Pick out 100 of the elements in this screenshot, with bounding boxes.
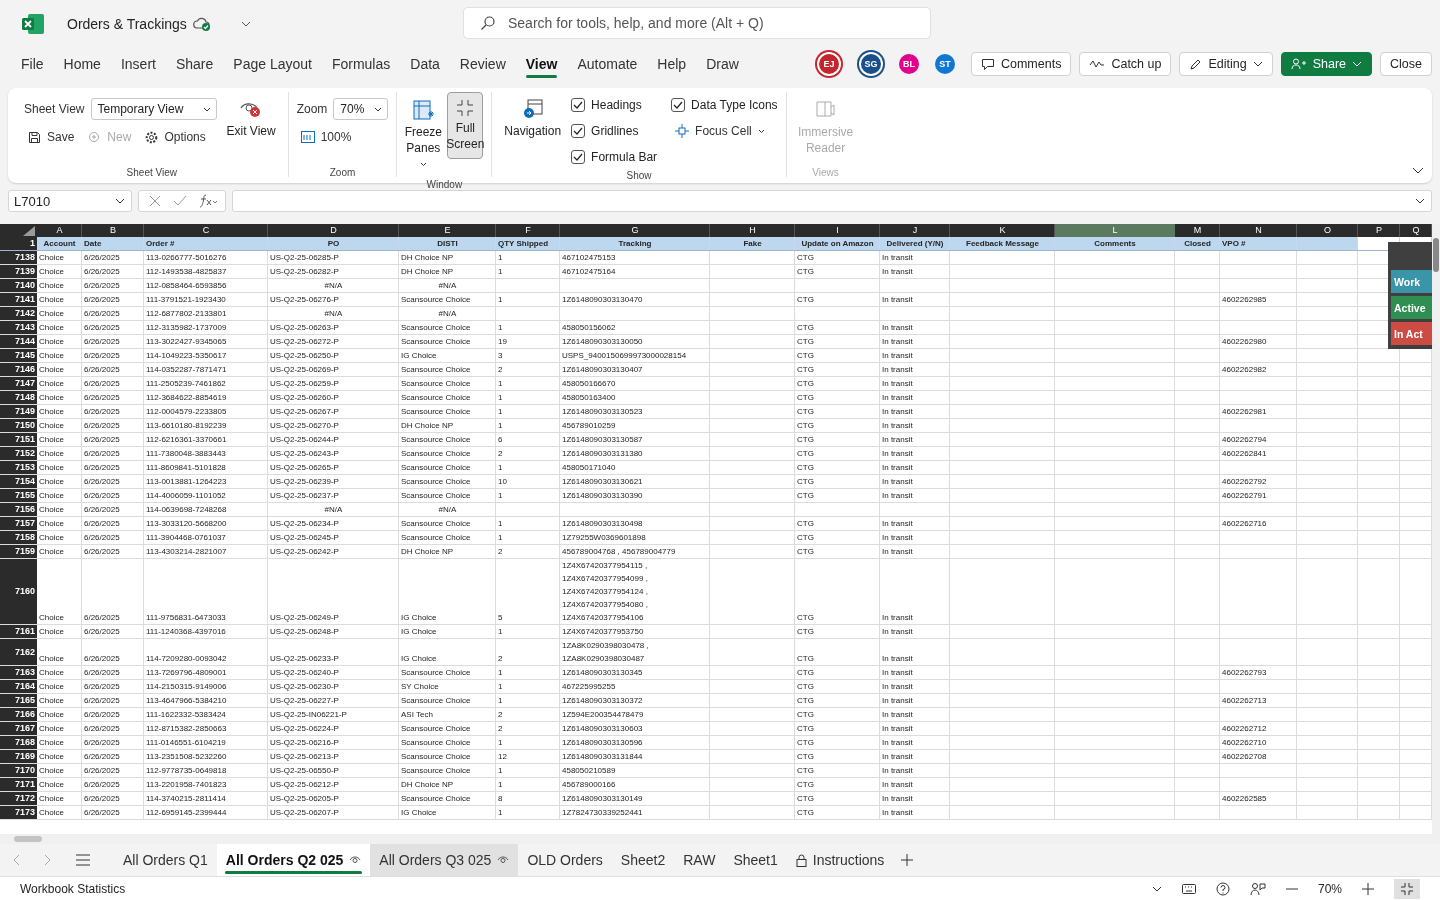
- row-number[interactable]: 7172: [0, 792, 37, 805]
- sheet-view-dropdown[interactable]: Temporary View: [90, 98, 217, 120]
- menu-tab[interactable]: Automate: [567, 50, 648, 78]
- collapse-ribbon-icon[interactable]: [1412, 167, 1424, 175]
- row-number[interactable]: 7166: [0, 708, 37, 721]
- sheet-tab[interactable]: Sheet2: [611, 844, 675, 876]
- formula-input[interactable]: [232, 190, 1432, 212]
- help-icon[interactable]: [1215, 881, 1230, 896]
- row-number[interactable]: 7160: [0, 559, 37, 624]
- chevron-down-icon[interactable]: [1151, 885, 1162, 892]
- column-letter[interactable]: G: [560, 224, 710, 237]
- row-number[interactable]: 7142: [0, 307, 37, 320]
- avatar[interactable]: BL: [898, 54, 919, 74]
- checkbox[interactable]: [571, 98, 586, 112]
- column-letter[interactable]: I: [795, 224, 880, 237]
- zoom-level[interactable]: 70%: [1317, 881, 1342, 896]
- chevron-down-icon[interactable]: [240, 21, 251, 27]
- sheet-tab[interactable]: OLD Orders: [518, 844, 612, 876]
- add-sheet-icon[interactable]: [901, 854, 914, 866]
- navigation-button[interactable]: Navigation: [500, 92, 566, 146]
- sheet-tab[interactable]: Instructions: [786, 844, 894, 876]
- menu-tab[interactable]: Help: [647, 50, 697, 78]
- avatar[interactable]: SG: [860, 54, 881, 74]
- row-number[interactable]: 7153: [0, 461, 37, 474]
- filter-button[interactable]: In Act: [1391, 322, 1432, 345]
- column-letter[interactable]: P: [1358, 224, 1400, 237]
- zoom-out-icon[interactable]: [1285, 887, 1298, 890]
- menu-tab[interactable]: View: [515, 50, 568, 78]
- avatar[interactable]: EJ: [818, 54, 839, 74]
- scroll-thumb[interactable]: [14, 836, 42, 842]
- column-letter[interactable]: A: [37, 224, 82, 237]
- row-number[interactable]: 7165: [0, 694, 37, 707]
- row-number[interactable]: 7143: [0, 321, 37, 334]
- catch-up-button[interactable]: Catch up: [1079, 52, 1172, 76]
- column-letter[interactable]: L: [1055, 224, 1175, 237]
- cloud-saved-icon[interactable]: [192, 16, 211, 32]
- menu-tab[interactable]: Formulas: [321, 50, 401, 78]
- menu-tab[interactable]: Home: [53, 50, 111, 78]
- comments-button[interactable]: Comments: [970, 52, 1072, 76]
- full-screen-button[interactable]: Full Screen: [447, 92, 484, 160]
- column-letter[interactable]: E: [399, 224, 496, 237]
- feedback-icon[interactable]: [1249, 881, 1266, 896]
- column-letter[interactable]: J: [880, 224, 950, 237]
- freeze-panes-button[interactable]: Freeze Panes: [405, 92, 442, 179]
- fit-screen-button[interactable]: [1394, 878, 1420, 899]
- name-box[interactable]: L7010: [8, 190, 132, 212]
- column-letter[interactable]: M: [1175, 224, 1220, 237]
- filter-button[interactable]: Active: [1391, 296, 1432, 319]
- search-field[interactable]: Search for tools, help, and more (Alt + Q): [463, 7, 931, 39]
- checkbox-label[interactable]: Gridlines: [591, 124, 639, 138]
- file-name[interactable]: Orders & Trackings: [67, 16, 187, 32]
- column-letter[interactable]: K: [950, 224, 1055, 237]
- column-letter[interactable]: Q: [1400, 224, 1432, 237]
- editing-mode-button[interactable]: Editing: [1179, 52, 1273, 76]
- checkbox-label[interactable]: Data Type Icons: [691, 98, 778, 112]
- zoom-in-icon[interactable]: [1362, 882, 1374, 895]
- options-button[interactable]: Options: [141, 128, 210, 146]
- column-letter[interactable]: H: [710, 224, 795, 237]
- row-number[interactable]: 7161: [0, 625, 37, 638]
- zoom-100-button[interactable]: 100%: [296, 128, 356, 146]
- row-number[interactable]: 7173: [0, 806, 37, 819]
- row-number[interactable]: 7144: [0, 335, 37, 348]
- column-letter[interactable]: C: [144, 224, 268, 237]
- function-icon[interactable]: [199, 194, 219, 208]
- checkbox[interactable]: [571, 124, 586, 138]
- column-letter[interactable]: B: [82, 224, 144, 237]
- checkbox-label[interactable]: Headings: [591, 98, 642, 112]
- row-number[interactable]: 7145: [0, 349, 37, 362]
- menu-tab[interactable]: Page Layout: [223, 50, 322, 78]
- exit-view-button[interactable]: Exit View: [222, 92, 280, 146]
- row-number[interactable]: 7157: [0, 517, 37, 530]
- sheet-tab[interactable]: All Orders Q1: [114, 844, 217, 876]
- row-number[interactable]: 1: [0, 237, 37, 250]
- column-letter[interactable]: N: [1220, 224, 1297, 237]
- menu-tab[interactable]: Insert: [110, 50, 166, 78]
- menu-tab[interactable]: Review: [449, 50, 516, 78]
- cancel-icon[interactable]: [149, 195, 161, 207]
- scroll-thumb[interactable]: [1433, 238, 1439, 272]
- sheet-tab[interactable]: Sheet1: [724, 844, 787, 876]
- row-number[interactable]: 7146: [0, 363, 37, 376]
- row-number[interactable]: 7164: [0, 680, 37, 693]
- checkbox-label[interactable]: Formula Bar: [591, 150, 658, 164]
- row-number[interactable]: 7158: [0, 531, 37, 544]
- menu-tab[interactable]: Share: [165, 50, 224, 78]
- row-number[interactable]: 7151: [0, 433, 37, 446]
- save-button[interactable]: Save: [24, 128, 79, 146]
- keyboard-icon[interactable]: [1181, 883, 1196, 894]
- column-letter[interactable]: O: [1297, 224, 1358, 237]
- share-button[interactable]: Share: [1280, 52, 1373, 76]
- row-number[interactable]: 7152: [0, 447, 37, 460]
- row-number[interactable]: 7155: [0, 489, 37, 502]
- row-number[interactable]: 7148: [0, 391, 37, 404]
- check-icon[interactable]: [173, 195, 187, 207]
- row-number[interactable]: 7139: [0, 265, 37, 278]
- row-number[interactable]: 7169: [0, 750, 37, 763]
- row-number[interactable]: 7163: [0, 666, 37, 679]
- checkbox[interactable]: [571, 150, 586, 164]
- row-number[interactable]: 7147: [0, 377, 37, 390]
- row-number[interactable]: 7168: [0, 736, 37, 749]
- menu-tab[interactable]: Draw: [696, 50, 749, 78]
